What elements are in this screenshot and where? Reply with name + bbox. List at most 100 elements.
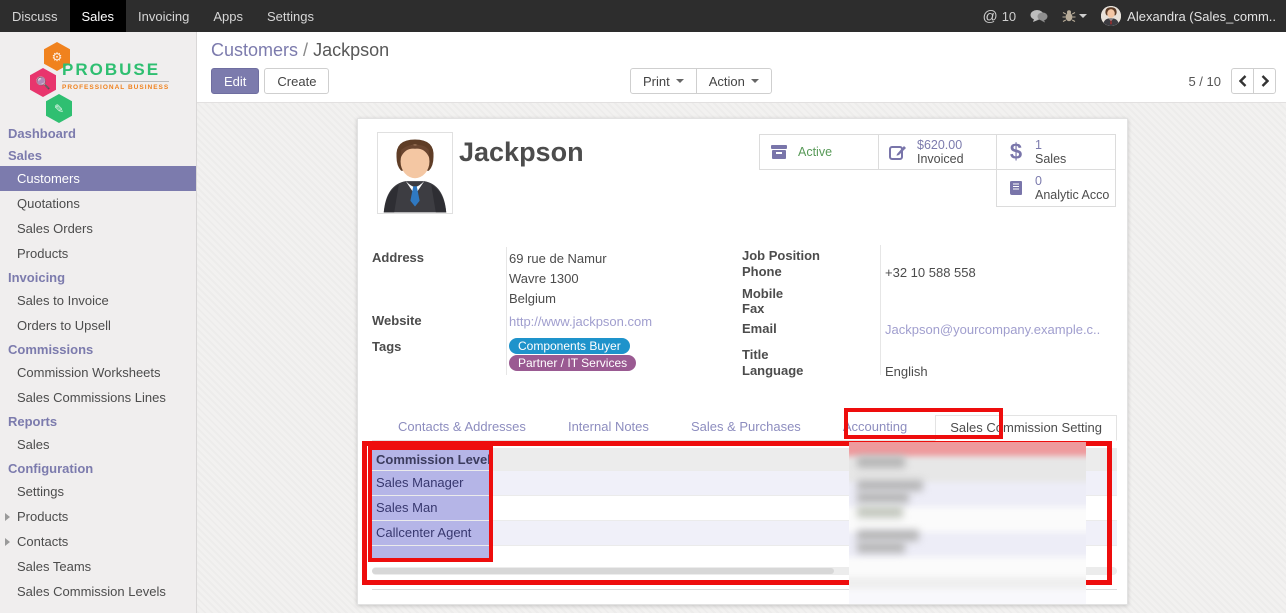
commission-level-cell[interactable]: Sales Manager (372, 471, 492, 495)
at-icon: @ (982, 8, 997, 25)
magnifier-hex-icon: 🔍 (30, 68, 56, 97)
stat-label: Invoiced (917, 152, 964, 166)
table-row[interactable]: Sales Manager (372, 471, 1117, 496)
tab-sales-purchases[interactable]: Sales & Purchases (677, 415, 815, 440)
phone-label: Phone (742, 264, 782, 279)
chevron-right-icon (1261, 75, 1269, 87)
archive-icon (766, 144, 792, 160)
breadcrumb: Customers / Jackpson (211, 40, 389, 61)
field-group-divider (506, 247, 507, 375)
horizontal-scrollbar[interactable] (372, 567, 1117, 575)
action-label: Action (709, 74, 745, 89)
pager-next-button[interactable] (1253, 68, 1276, 94)
expand-arrow-icon[interactable] (5, 538, 10, 546)
table-row[interactable]: Sales Man (372, 496, 1117, 521)
pager-count: 5 / 10 (1188, 74, 1221, 89)
stat-value: Active (798, 145, 832, 159)
activities-counter[interactable]: @ 10 (982, 8, 1016, 25)
sidebar-item-label: Products (17, 509, 68, 524)
action-dropdown-button[interactable]: Action (696, 68, 772, 94)
edit-icon (885, 144, 911, 160)
table-row-empty (372, 546, 1117, 561)
chevron-left-icon (1239, 75, 1247, 87)
app-logo[interactable]: ⚙ 🔍 ✎ PROBUSE PROFESSIONAL BUSINESS (0, 32, 196, 120)
tag-partner-it-services[interactable]: Partner / IT Services (509, 355, 636, 371)
fax-label: Fax (742, 301, 764, 316)
sidebar-item-orders-to-upsell[interactable]: Orders to Upsell (0, 313, 196, 338)
title-label: Title (742, 347, 769, 362)
email-link[interactable]: Jackpson@yourcompany.example.c.. (885, 322, 1100, 337)
active-stat-button[interactable]: Active (759, 134, 879, 170)
analytic-stat-button[interactable]: 0 Analytic Acco... (996, 169, 1116, 207)
nav-apps[interactable]: Apps (201, 0, 255, 32)
sidebar-heading-sales[interactable]: Sales (0, 144, 196, 166)
sidebar-item-reports-sales[interactable]: Sales (0, 432, 196, 457)
table-row[interactable]: Callcenter Agent (372, 521, 1117, 546)
debug-menu[interactable] (1062, 9, 1087, 23)
sidebar-item-customers[interactable]: Customers (0, 166, 196, 191)
tab-internal-notes[interactable]: Internal Notes (554, 415, 663, 440)
edit-button[interactable]: Edit (211, 68, 259, 94)
sidebar-item-quotations[interactable]: Quotations (0, 191, 196, 216)
tab-accounting[interactable]: Accounting (829, 415, 921, 440)
commission-level-cell[interactable]: Callcenter Agent (372, 521, 492, 545)
customer-photo[interactable] (377, 132, 453, 214)
activity-count: 10 (1002, 9, 1016, 24)
print-label: Print (643, 74, 670, 89)
nav-settings[interactable]: Settings (255, 0, 326, 32)
tab-contacts-addresses[interactable]: Contacts & Addresses (384, 415, 540, 440)
sidebar-item-sales-teams[interactable]: Sales Teams (0, 554, 196, 579)
main-content: Jackpson Active $620.00 Invoiced (197, 103, 1286, 613)
sidebar-item-sales-to-invoice[interactable]: Sales to Invoice (0, 288, 196, 313)
nav-sales[interactable]: Sales (70, 0, 127, 32)
website-link[interactable]: http://www.jackpson.com (509, 314, 652, 329)
breadcrumb-current: Jackpson (313, 40, 389, 60)
table-bottom-border (372, 589, 1117, 590)
user-avatar (1101, 6, 1121, 26)
tool-hex-icon: ✎ (46, 94, 72, 123)
commission-level-cell-empty (372, 546, 492, 561)
scrollbar-thumb[interactable] (372, 568, 834, 574)
print-dropdown-button[interactable]: Print (630, 68, 697, 94)
user-name: Alexandra (Sales_comm.. (1127, 9, 1276, 24)
sidebar-heading-commissions[interactable]: Commissions (0, 338, 196, 360)
sidebar-heading-configuration[interactable]: Configuration (0, 457, 196, 479)
invoiced-stat-button[interactable]: $620.00 Invoiced (878, 134, 997, 170)
website-label: Website (372, 313, 422, 328)
sales-stat-button[interactable]: $ 1 Sales (996, 134, 1116, 170)
messages-icon[interactable] (1030, 9, 1048, 23)
breadcrumb-customers[interactable]: Customers (211, 40, 298, 60)
sidebar-item-products[interactable]: Products (0, 241, 196, 266)
tab-sales-commission-setting[interactable]: Sales Commission Setting (935, 415, 1117, 441)
address-line1: 69 rue de Namur (509, 251, 607, 266)
nav-invoicing[interactable]: Invoicing (126, 0, 201, 32)
tag-components-buyer[interactable]: Components Buyer (509, 338, 630, 354)
sidebar-heading-reports[interactable]: Reports (0, 410, 196, 432)
commission-level-header[interactable]: Commission Level (372, 448, 492, 470)
user-menu[interactable]: Alexandra (Sales_comm.. (1101, 6, 1276, 26)
sidebar-heading-dashboard[interactable]: Dashboard (0, 122, 196, 144)
chevron-down-icon (676, 79, 684, 83)
logo-title: PROBUSE (62, 60, 169, 80)
create-button[interactable]: Create (264, 68, 329, 94)
expand-arrow-icon[interactable] (5, 513, 10, 521)
logo-subtitle: PROFESSIONAL BUSINESS (62, 81, 169, 91)
language-label: Language (742, 363, 803, 378)
nav-discuss[interactable]: Discuss (0, 0, 70, 32)
pager-previous-button[interactable] (1231, 68, 1254, 94)
sidebar-item-sales-commissions-lines[interactable]: Sales Commissions Lines (0, 385, 196, 410)
job-position-label: Job Position (742, 248, 820, 263)
sidebar-item-sales-commission-levels[interactable]: Sales Commission Levels (0, 579, 196, 604)
language-value: English (885, 364, 928, 379)
chevron-down-icon (751, 79, 759, 83)
sidebar-item-commission-worksheets[interactable]: Commission Worksheets (0, 360, 196, 385)
sidebar-item-config-contacts[interactable]: Contacts (0, 529, 196, 554)
address-line3: Belgium (509, 291, 556, 306)
address-label: Address (372, 250, 424, 265)
left-sidebar: ⚙ 🔍 ✎ PROBUSE PROFESSIONAL BUSINESS Dash… (0, 32, 197, 613)
sidebar-item-config-products[interactable]: Products (0, 504, 196, 529)
sidebar-heading-invoicing[interactable]: Invoicing (0, 266, 196, 288)
sidebar-item-settings[interactable]: Settings (0, 479, 196, 504)
sidebar-item-sales-orders[interactable]: Sales Orders (0, 216, 196, 241)
commission-level-cell[interactable]: Sales Man (372, 496, 492, 520)
